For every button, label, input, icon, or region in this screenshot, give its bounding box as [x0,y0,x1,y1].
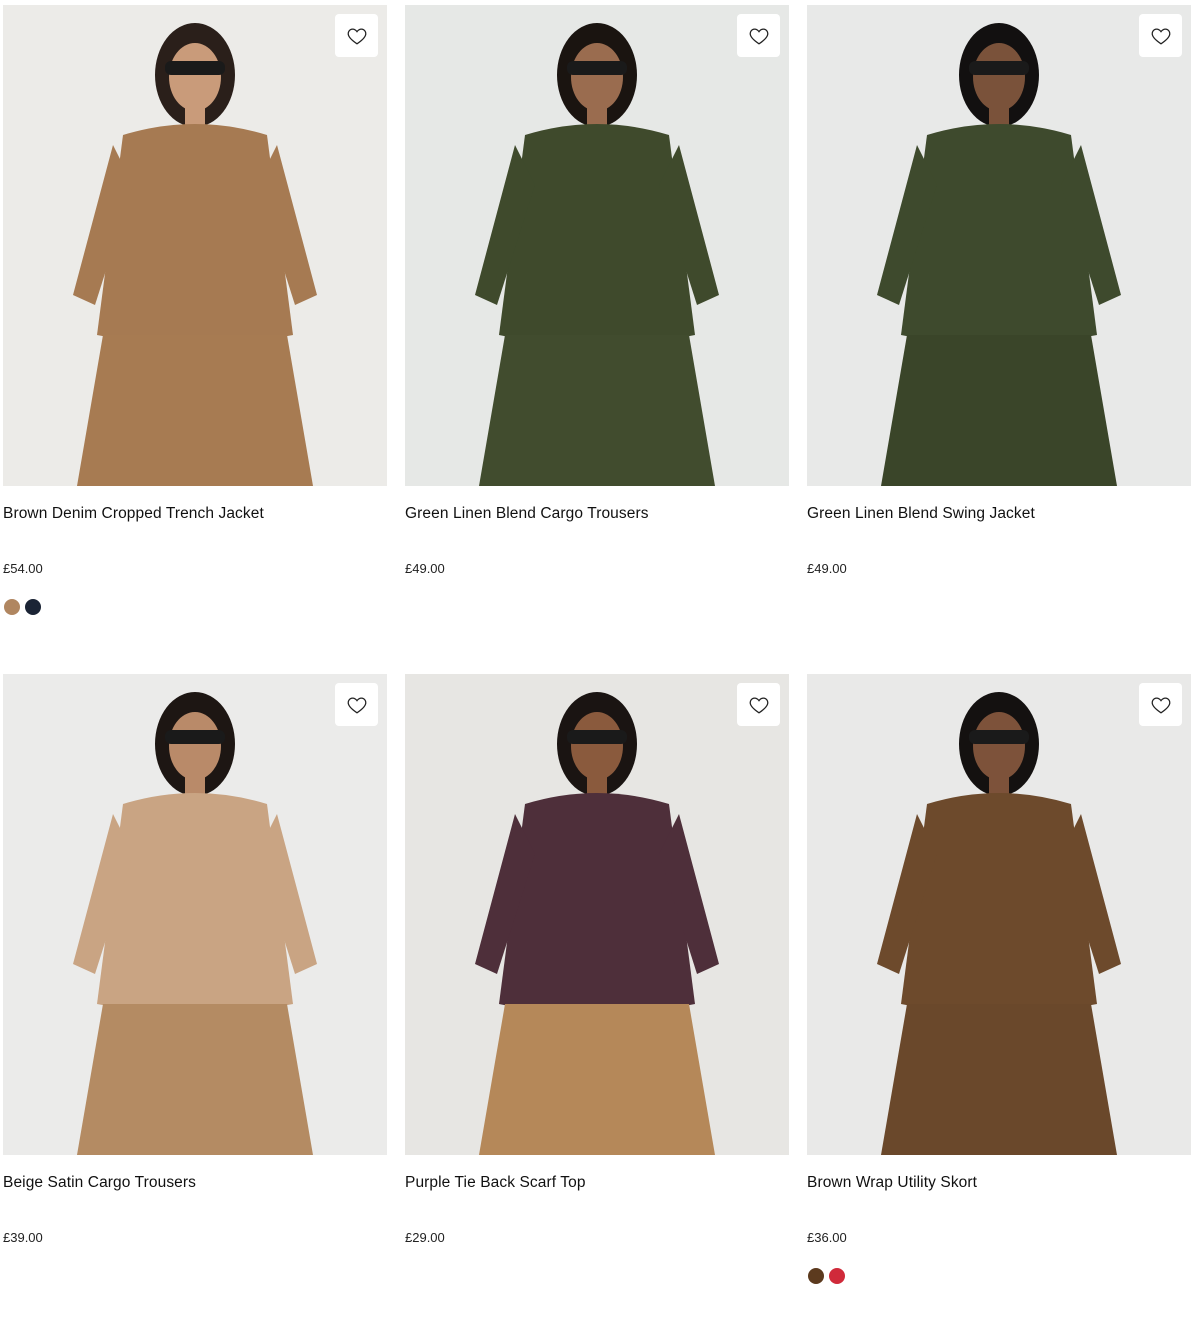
product-image[interactable] [807,5,1191,486]
color-swatch[interactable] [25,599,41,615]
model-figure [807,5,1191,486]
product-price: £36.00 [807,1230,847,1245]
heart-outline-icon [749,696,768,714]
model-figure [405,5,789,486]
wishlist-button[interactable] [737,683,780,726]
product-name[interactable]: Green Linen Blend Swing Jacket [807,505,1035,523]
color-swatches [808,1268,845,1284]
product-image[interactable] [405,5,789,486]
product-image[interactable] [807,674,1191,1155]
wishlist-button[interactable] [737,14,780,57]
model-figure [807,674,1191,1155]
product-price: £39.00 [3,1230,43,1245]
heart-outline-icon [347,696,366,714]
product-card[interactable]: Brown Wrap Utility Skort £36.00 [807,674,1191,1343]
product-card[interactable]: Green Linen Blend Cargo Trousers £49.00 [405,5,789,674]
product-image[interactable] [3,5,387,486]
product-card[interactable]: Purple Tie Back Scarf Top £29.00 [405,674,789,1343]
wishlist-button[interactable] [1139,683,1182,726]
product-grid: Brown Denim Cropped Trench Jacket £54.00… [3,5,1191,1343]
color-swatch[interactable] [829,1268,845,1284]
product-name[interactable]: Beige Satin Cargo Trousers [3,1174,196,1192]
product-name[interactable]: Brown Denim Cropped Trench Jacket [3,505,264,523]
model-figure [405,674,789,1155]
heart-outline-icon [749,27,768,45]
product-name[interactable]: Purple Tie Back Scarf Top [405,1174,586,1192]
model-figure [3,674,387,1155]
product-card[interactable]: Green Linen Blend Swing Jacket £49.00 [807,5,1191,674]
color-swatch[interactable] [4,599,20,615]
heart-outline-icon [347,27,366,45]
color-swatches [4,599,41,615]
product-price: £49.00 [405,561,445,576]
wishlist-button[interactable] [1139,14,1182,57]
product-name[interactable]: Brown Wrap Utility Skort [807,1174,977,1192]
heart-outline-icon [1151,696,1170,714]
product-name[interactable]: Green Linen Blend Cargo Trousers [405,505,649,523]
product-card[interactable]: Beige Satin Cargo Trousers £39.00 [3,674,387,1343]
product-price: £29.00 [405,1230,445,1245]
wishlist-button[interactable] [335,683,378,726]
product-price: £54.00 [3,561,43,576]
model-figure [3,5,387,486]
product-card[interactable]: Brown Denim Cropped Trench Jacket £54.00 [3,5,387,674]
heart-outline-icon [1151,27,1170,45]
product-image[interactable] [405,674,789,1155]
wishlist-button[interactable] [335,14,378,57]
product-price: £49.00 [807,561,847,576]
product-image[interactable] [3,674,387,1155]
color-swatch[interactable] [808,1268,824,1284]
